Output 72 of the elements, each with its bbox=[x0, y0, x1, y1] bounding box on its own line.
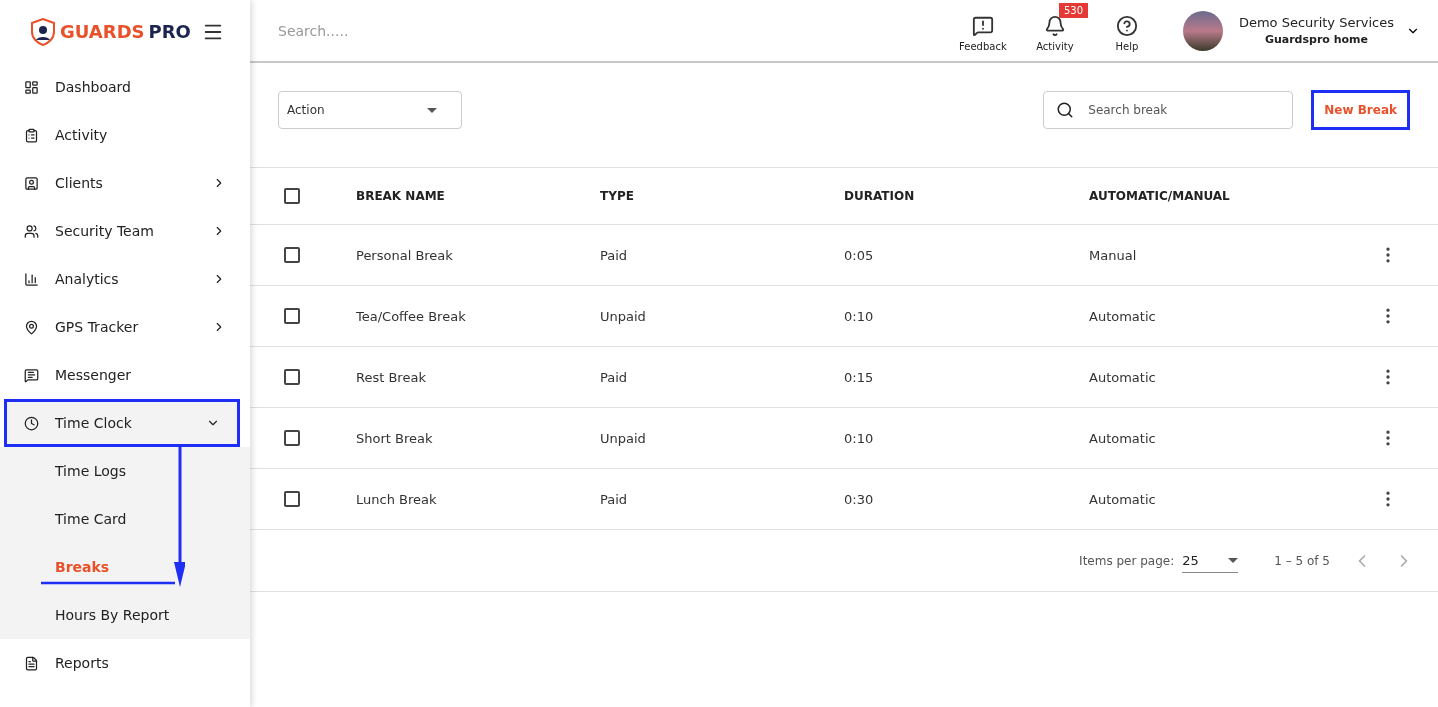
notification-badge: 530 bbox=[1058, 3, 1088, 18]
action-label: Activity bbox=[1036, 41, 1074, 52]
page-range: 1 – 5 of 5 bbox=[1274, 553, 1330, 568]
sidebar-item[interactable]: Messenger bbox=[0, 351, 250, 399]
column-header: AUTOMATIC/MANUAL bbox=[1089, 189, 1231, 203]
account-name: Demo Security Services bbox=[1238, 15, 1394, 30]
column-header: BREAK NAME bbox=[356, 189, 446, 203]
page-size-select[interactable]: 25 bbox=[1182, 548, 1239, 573]
table-cell-text: Tea/Coffee Break bbox=[356, 308, 467, 324]
table-cell-text: 0:10 bbox=[844, 430, 875, 446]
people-icon bbox=[24, 223, 39, 239]
bar-chart-icon bbox=[24, 271, 39, 287]
checkbox[interactable] bbox=[284, 308, 300, 324]
sidebar-item[interactable]: Time Clock bbox=[4, 399, 240, 447]
column-header: TYPE bbox=[600, 189, 635, 203]
table-cell-text: Automatic bbox=[1089, 369, 1157, 385]
table-cell-text: Automatic bbox=[1089, 308, 1157, 324]
clipboard-icon bbox=[24, 127, 39, 143]
table-cell-text: Paid bbox=[600, 491, 629, 507]
checkbox[interactable] bbox=[284, 247, 300, 263]
caret-icon bbox=[427, 107, 437, 113]
table-cell-text: Paid bbox=[600, 247, 629, 263]
dashboard-icon bbox=[24, 79, 39, 95]
table-cell-text: Lunch Break bbox=[356, 491, 438, 507]
bell-icon[interactable] bbox=[1043, 15, 1066, 37]
sidebar-item[interactable]: GPS Tracker bbox=[0, 303, 250, 351]
caret-icon bbox=[1228, 557, 1239, 563]
checkbox[interactable] bbox=[284, 188, 300, 204]
table-cell-text: Unpaid bbox=[600, 308, 647, 324]
contact-card-icon bbox=[24, 175, 39, 191]
account-subtitle: Guardspro home bbox=[1264, 33, 1368, 46]
action-label: Help bbox=[1115, 41, 1139, 52]
table-cell-text: Short Break bbox=[356, 430, 434, 446]
sidebar-item[interactable]: Analytics bbox=[0, 255, 250, 303]
new-break-button[interactable]: New Break bbox=[1311, 90, 1410, 130]
sidebar-item[interactable]: Reports bbox=[0, 639, 250, 687]
sidebar-subitem[interactable]: Time Card bbox=[0, 495, 250, 543]
sidebar-item[interactable]: Dashboard bbox=[0, 63, 250, 111]
sidebar-item[interactable]: Clients bbox=[0, 159, 250, 207]
feedback-icon[interactable] bbox=[971, 15, 994, 37]
message-icon bbox=[24, 367, 39, 383]
table-cell-text: Paid bbox=[600, 369, 629, 385]
table-cell-text: Unpaid bbox=[600, 430, 647, 446]
guard-shield-icon bbox=[30, 17, 56, 46]
table-cell-text: Rest Break bbox=[356, 369, 427, 385]
column-header: DURATION bbox=[844, 189, 916, 203]
checkbox[interactable] bbox=[284, 430, 300, 446]
table-cell-text: Automatic bbox=[1089, 430, 1157, 446]
sidebar-item[interactable]: Activity bbox=[0, 111, 250, 159]
sidebar-item[interactable]: Security Team bbox=[0, 207, 250, 255]
action-dropdown[interactable]: Action bbox=[278, 91, 462, 129]
help-icon[interactable] bbox=[1115, 15, 1138, 37]
sidebar-subitem[interactable]: Time Logs bbox=[0, 447, 250, 495]
action-label: Feedback bbox=[959, 41, 1007, 52]
checkbox[interactable] bbox=[284, 491, 300, 507]
document-icon bbox=[24, 655, 39, 671]
table-cell-text: Automatic bbox=[1089, 491, 1157, 507]
avatar[interactable] bbox=[1182, 10, 1223, 51]
checkbox[interactable] bbox=[284, 369, 300, 385]
table-cell-text: 0:10 bbox=[844, 308, 875, 324]
sidebar-subitem[interactable]: Hours By Report bbox=[0, 591, 250, 639]
table-cell-text: 0:05 bbox=[844, 247, 875, 263]
table-cell-text: 0:15 bbox=[844, 369, 875, 385]
clock-icon bbox=[24, 415, 39, 431]
table-cell-text: Manual bbox=[1089, 247, 1138, 263]
table-cell-text: Personal Break bbox=[356, 247, 454, 263]
search-box[interactable]: Search break bbox=[1043, 91, 1294, 129]
brand-logo: GUARDS PRO bbox=[30, 17, 191, 46]
map-pin-icon bbox=[24, 319, 39, 335]
table-cell-text: 0:30 bbox=[844, 491, 875, 507]
search-icon bbox=[1056, 101, 1075, 119]
items-per-page-label: Items per page: bbox=[1079, 553, 1175, 568]
